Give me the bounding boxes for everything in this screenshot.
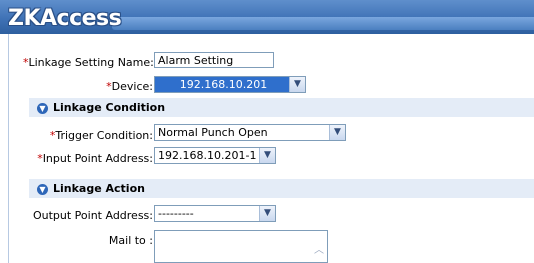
chevron-down-icon[interactable]: ▼ xyxy=(259,206,275,221)
trigger-condition-value: Normal Punch Open xyxy=(158,126,268,139)
app-logo: ZKAccess xyxy=(8,6,122,31)
scroll-up-icon[interactable]: ︿ xyxy=(314,241,324,256)
linkage-form: *Linkage Setting Name: Alarm Setting *De… xyxy=(8,34,534,263)
chevron-down-icon[interactable]: ▼ xyxy=(289,77,305,92)
device-label-text: Device: xyxy=(111,80,153,93)
chevron-down-icon[interactable]: ▼ xyxy=(329,125,345,140)
mail-to-label: Mail to : xyxy=(23,234,153,247)
output-point-value: --------- xyxy=(158,207,194,220)
trigger-label-text: Trigger Condition: xyxy=(55,129,153,142)
device-label: *Device: xyxy=(23,80,153,93)
device-select-value: 192.168.10.201 xyxy=(179,78,268,91)
output-point-select[interactable]: --------- ▼ xyxy=(154,205,276,222)
linkage-name-label: *Linkage Setting Name: xyxy=(23,56,154,69)
app-window: ZKAccess *Linkage Setting Name: Alarm Se… xyxy=(0,0,534,263)
linkage-name-input[interactable]: Alarm Setting xyxy=(154,52,274,68)
section-linkage-action[interactable]: ▼ Linkage Action xyxy=(29,179,534,198)
collapse-icon[interactable]: ▼ xyxy=(37,183,48,195)
mail-to-textarea[interactable]: ︿ xyxy=(154,230,328,263)
chevron-down-icon[interactable]: ▼ xyxy=(259,148,275,163)
input-point-label: *Input Point Address: xyxy=(23,152,153,165)
linkage-name-label-text: Linkage Setting Name: xyxy=(28,56,154,69)
mail-to-label-text: Mail to : xyxy=(108,234,153,247)
output-point-label-text: Output Point Address: xyxy=(32,209,153,222)
section-linkage-action-title: Linkage Action xyxy=(53,182,145,195)
output-point-label: Output Point Address: xyxy=(23,209,153,222)
collapse-icon[interactable]: ▼ xyxy=(37,102,48,114)
section-linkage-condition[interactable]: ▼ Linkage Condition xyxy=(29,98,534,117)
input-point-select[interactable]: 192.168.10.201-1 ▼ xyxy=(154,147,276,164)
banner-stripe xyxy=(112,17,534,30)
section-linkage-condition-title: Linkage Condition xyxy=(53,101,166,114)
header-banner: ZKAccess xyxy=(0,0,534,34)
trigger-label: *Trigger Condition: xyxy=(23,129,153,142)
trigger-condition-select[interactable]: Normal Punch Open ▼ xyxy=(154,124,346,141)
input-point-label-text: Input Point Address: xyxy=(42,152,153,165)
input-point-value: 192.168.10.201-1 xyxy=(158,149,257,162)
device-select[interactable]: 192.168.10.201 ▼ xyxy=(154,76,306,93)
